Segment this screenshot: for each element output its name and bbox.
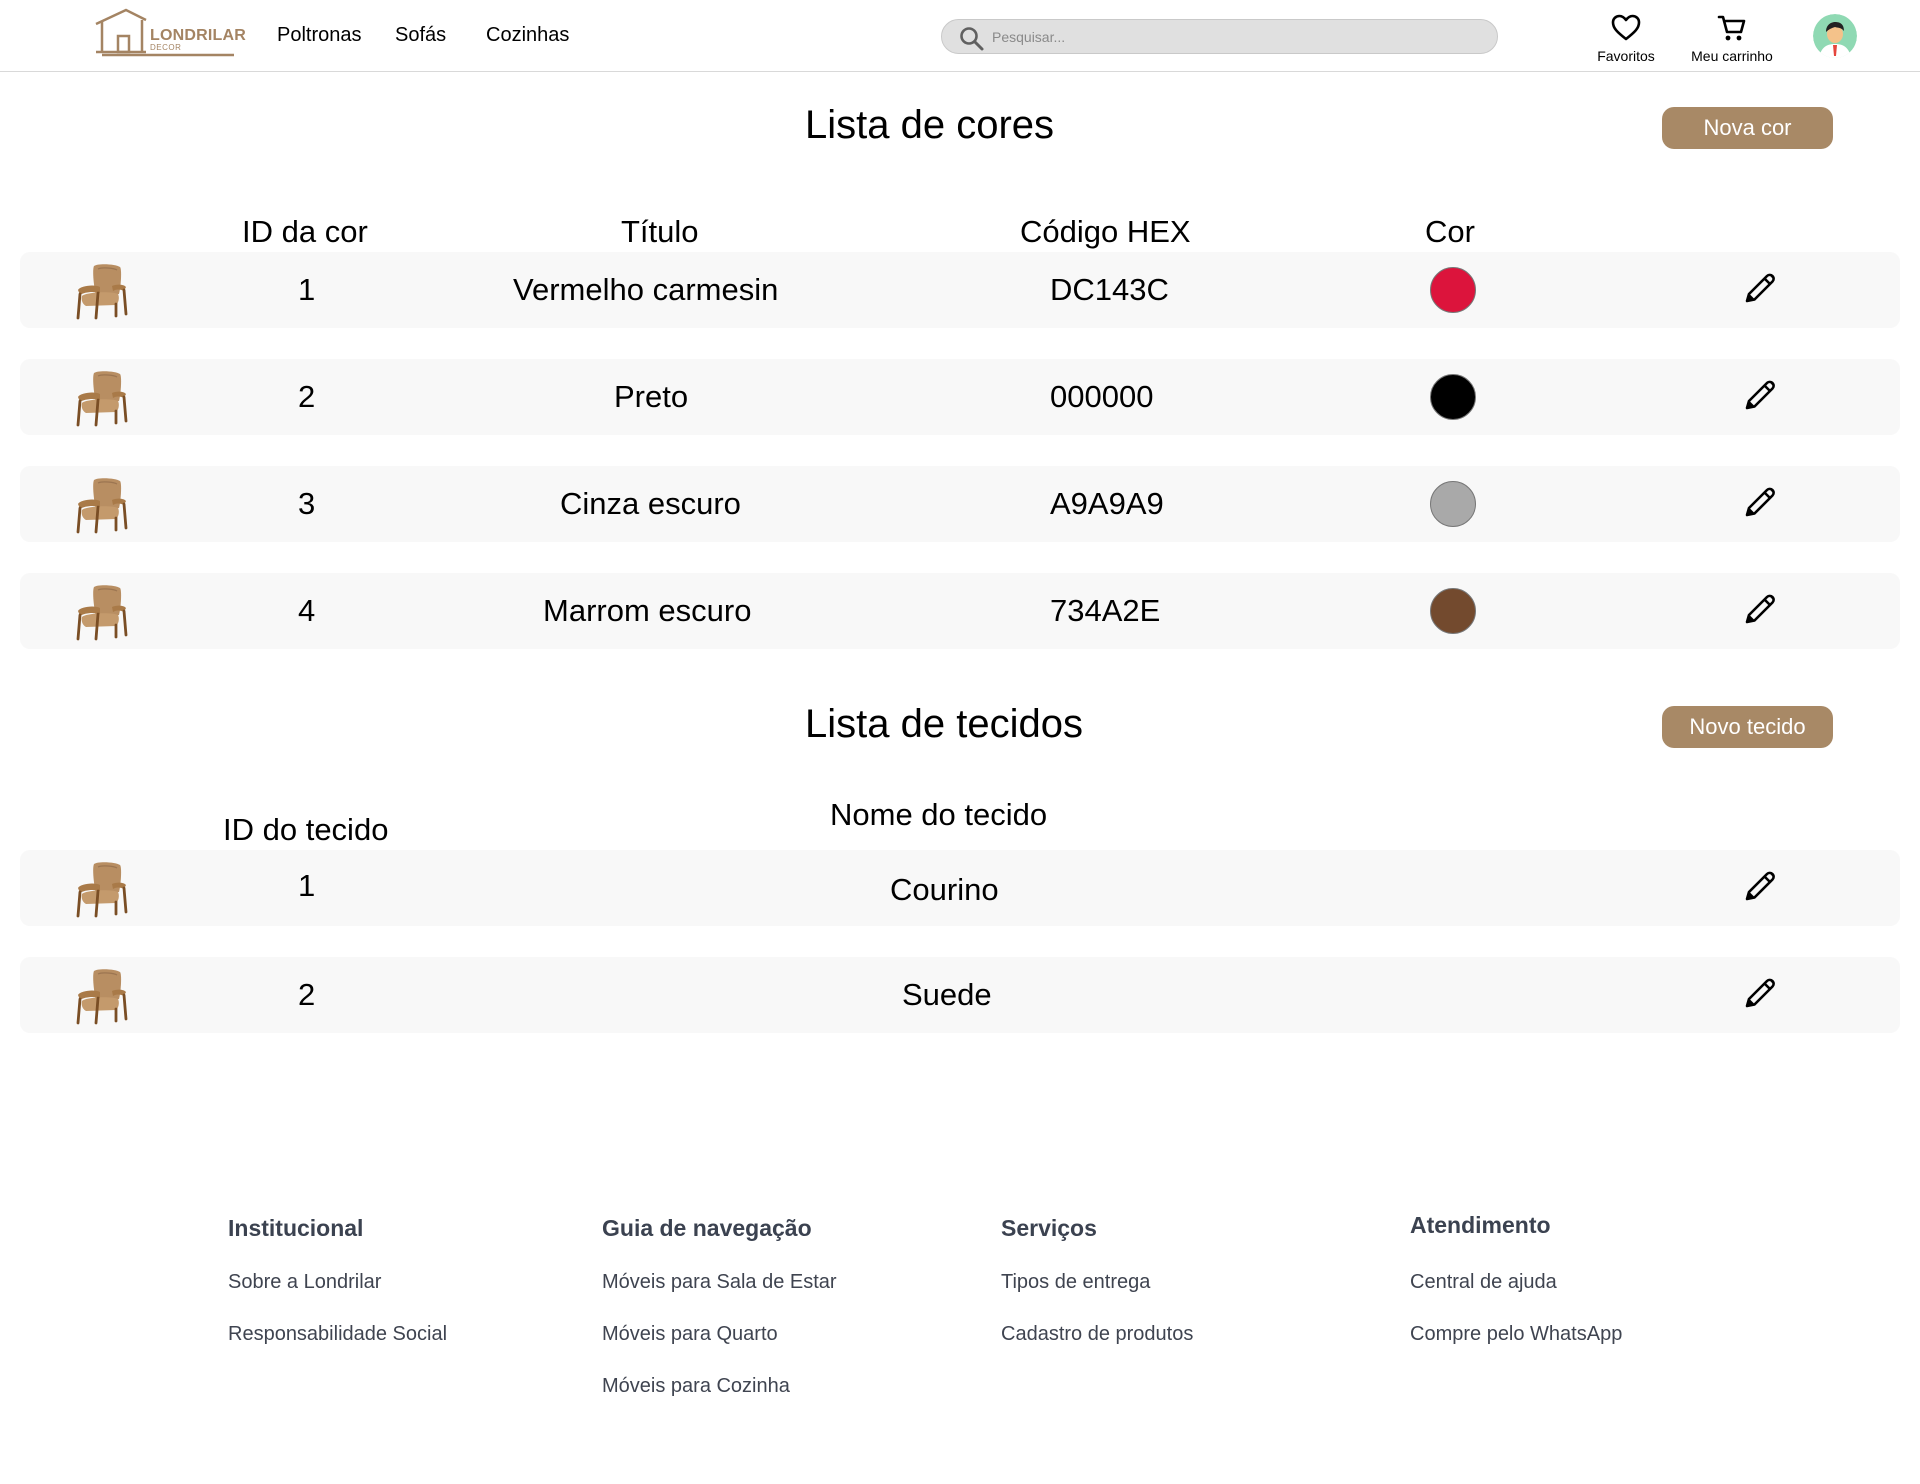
cart-button[interactable]: Meu carrinho: [1682, 14, 1782, 64]
top-header: LONDRILAR DECOR Poltronas Sofás Cozinhas…: [0, 0, 1920, 72]
color-id: 4: [298, 593, 316, 628]
color-swatch: [1430, 588, 1476, 634]
footer-link[interactable]: Móveis para Cozinha: [602, 1375, 790, 1398]
table-row: 1 Courino: [20, 850, 1900, 926]
armchair-icon: [72, 581, 134, 643]
pencil-icon[interactable]: [1742, 975, 1778, 1011]
footer-heading-atendimento: Atendimento: [1410, 1212, 1551, 1238]
footer-heading-navegacao: Guia de navegação: [602, 1215, 812, 1241]
color-id: 3: [298, 486, 316, 521]
search-bar[interactable]: [941, 19, 1498, 54]
col-header-color-id: ID da cor: [242, 214, 368, 249]
nav-poltronas[interactable]: Poltronas: [277, 24, 362, 47]
search-input[interactable]: [992, 20, 1482, 53]
color-title: Marrom escuro: [543, 593, 752, 628]
armchair-icon: [72, 965, 134, 1027]
footer-link[interactable]: Móveis para Sala de Estar: [602, 1271, 837, 1294]
new-fabric-button[interactable]: Novo tecido: [1662, 706, 1833, 748]
table-row: 2 Suede: [20, 957, 1900, 1033]
table-row: 2 Preto 000000: [20, 359, 1900, 435]
table-row: 1 Vermelho carmesin DC143C: [20, 252, 1900, 328]
color-id: 2: [298, 379, 316, 414]
avatar[interactable]: [1813, 14, 1857, 58]
footer-link[interactable]: Responsabilidade Social: [228, 1323, 447, 1346]
fabric-id: 2: [298, 977, 316, 1012]
col-header-color: Cor: [1425, 214, 1475, 249]
color-hex: 734A2E: [1050, 593, 1161, 628]
fabric-id: 1: [298, 868, 316, 903]
pencil-icon[interactable]: [1742, 484, 1778, 520]
footer-heading-institucional: Institucional: [228, 1215, 364, 1241]
pencil-icon[interactable]: [1742, 591, 1778, 627]
colors-section-title: Lista de cores: [805, 103, 1055, 147]
pencil-icon[interactable]: [1742, 377, 1778, 413]
fabrics-section-title: Lista de tecidos: [805, 702, 1083, 746]
pencil-icon[interactable]: [1742, 868, 1778, 904]
fabric-name: Courino: [890, 872, 999, 907]
nav-sofas[interactable]: Sofás: [395, 24, 446, 47]
color-title: Preto: [614, 379, 689, 414]
logo[interactable]: LONDRILAR DECOR: [92, 8, 246, 58]
color-title: Cinza escuro: [560, 486, 741, 521]
color-hex: 000000: [1050, 379, 1154, 414]
user-avatar-icon: [1813, 14, 1857, 58]
color-title: Vermelho carmesin: [513, 272, 779, 307]
col-header-fabric-id: ID do tecido: [223, 812, 389, 847]
footer-heading-servicos: Serviços: [1001, 1215, 1097, 1241]
logo-subtitle: DECOR: [150, 43, 182, 52]
pencil-icon[interactable]: [1742, 270, 1778, 306]
nav-cozinhas[interactable]: Cozinhas: [486, 24, 569, 47]
cart-icon: [1717, 15, 1746, 41]
search-icon: [960, 27, 984, 51]
color-swatch: [1430, 267, 1476, 313]
color-swatch: [1430, 481, 1476, 527]
color-hex: A9A9A9: [1050, 486, 1164, 521]
favorites-label: Favoritos: [1597, 48, 1655, 64]
table-row: 4 Marrom escuro 734A2E: [20, 573, 1900, 649]
col-header-fabric-name: Nome do tecido: [830, 797, 1048, 832]
footer-link[interactable]: Sobre a Londrilar: [228, 1271, 381, 1294]
table-row: 3 Cinza escuro A9A9A9: [20, 466, 1900, 542]
footer-link[interactable]: Central de ajuda: [1410, 1271, 1557, 1294]
armchair-icon: [72, 474, 134, 536]
footer-link[interactable]: Móveis para Quarto: [602, 1323, 778, 1346]
col-header-title: Título: [621, 214, 699, 249]
favorites-button[interactable]: Favoritos: [1586, 14, 1666, 64]
armchair-icon: [72, 858, 134, 920]
new-color-button[interactable]: Nova cor: [1662, 107, 1833, 149]
armchair-icon: [72, 367, 134, 429]
footer-link[interactable]: Cadastro de produtos: [1001, 1323, 1193, 1346]
armchair-icon: [72, 260, 134, 322]
footer-link[interactable]: Compre pelo WhatsApp: [1410, 1323, 1622, 1346]
fabric-name: Suede: [902, 977, 992, 1012]
cart-label: Meu carrinho: [1691, 48, 1773, 64]
heart-icon: [1611, 14, 1641, 41]
col-header-hex: Código HEX: [1020, 214, 1191, 249]
color-swatch: [1430, 374, 1476, 420]
color-id: 1: [298, 272, 316, 307]
color-hex: DC143C: [1050, 272, 1169, 307]
footer-link[interactable]: Tipos de entrega: [1001, 1271, 1150, 1294]
